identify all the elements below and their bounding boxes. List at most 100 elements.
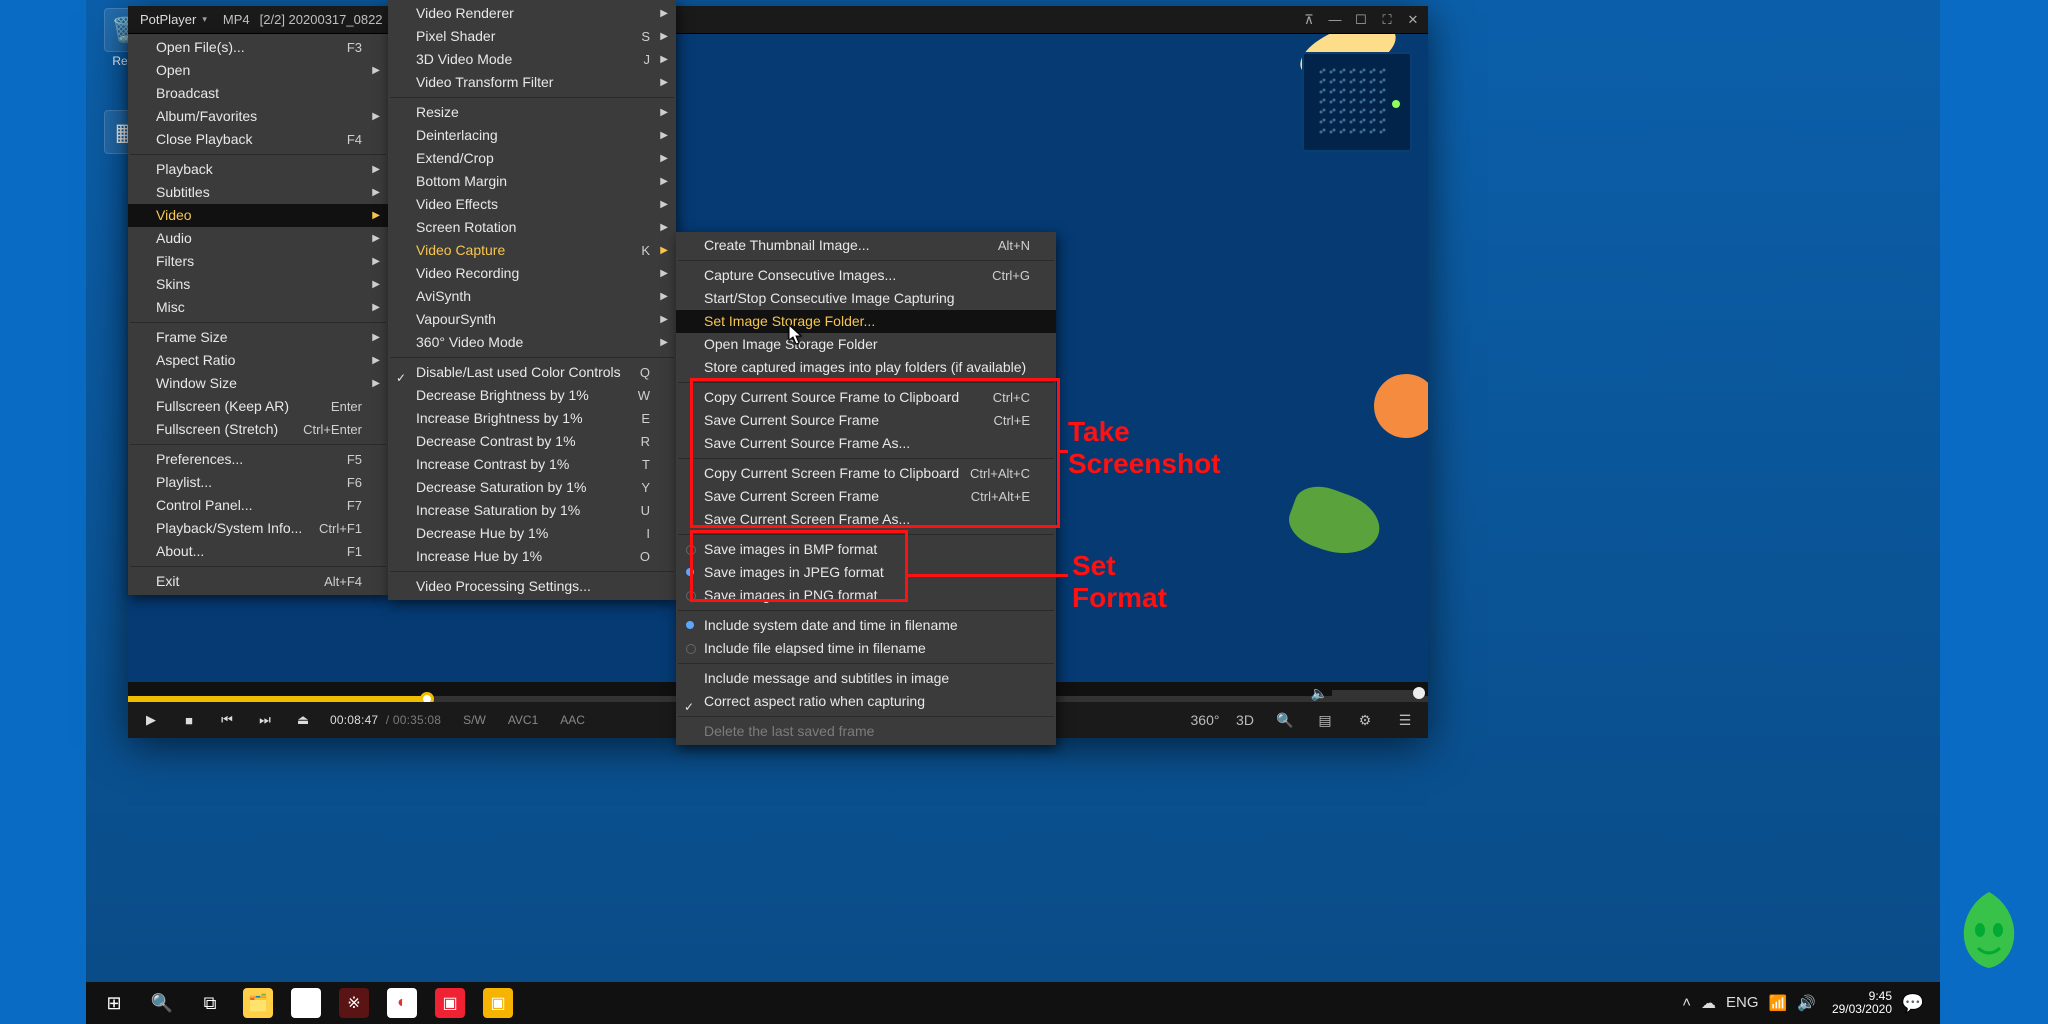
- video-menu-item[interactable]: Pixel ShaderS▶: [388, 25, 676, 48]
- capture-menu-item[interactable]: Save Current Source Frame As...: [676, 432, 1056, 455]
- main-menu-item[interactable]: Subtitles▶: [128, 181, 388, 204]
- capture-menu-item[interactable]: Save Current Source FrameCtrl+E: [676, 409, 1056, 432]
- search-button[interactable]: 🔍: [138, 982, 186, 1024]
- video-menu-item[interactable]: Decrease Brightness by 1%W: [388, 384, 676, 407]
- eject-button[interactable]: ⏏: [292, 709, 314, 731]
- main-menu-item[interactable]: Open File(s)...F3: [128, 36, 388, 59]
- video-menu-item[interactable]: Video Transform Filter▶: [388, 71, 676, 94]
- next-button[interactable]: ⏭: [254, 709, 276, 731]
- mute-icon[interactable]: 🔈: [1311, 685, 1328, 702]
- video-menu-item[interactable]: Video Effects▶: [388, 193, 676, 216]
- tray-cloud-icon[interactable]: ☁: [1701, 994, 1716, 1012]
- video-menu-item[interactable]: Increase Hue by 1%O: [388, 545, 676, 568]
- video-menu-item[interactable]: Video Renderer▶: [388, 2, 676, 25]
- main-menu-item[interactable]: Playback/System Info...Ctrl+F1: [128, 517, 388, 540]
- 3d-toggle[interactable]: 3D: [1234, 709, 1256, 731]
- capture-menu-item[interactable]: Set Image Storage Folder...: [676, 310, 1056, 333]
- video-menu-item[interactable]: Video CaptureK▶: [388, 239, 676, 262]
- video-menu-item[interactable]: Disable/Last used Color ControlsQ: [388, 361, 676, 384]
- video-menu-item[interactable]: Decrease Hue by 1%I: [388, 522, 676, 545]
- capture-menu-item[interactable]: Start/Stop Consecutive Image Capturing: [676, 287, 1056, 310]
- main-menu-item[interactable]: Misc▶: [128, 296, 388, 319]
- volume-slider[interactable]: [1332, 690, 1422, 696]
- app-menu-button[interactable]: PotPlayer ▾: [134, 11, 213, 28]
- task-view-button[interactable]: ⧉: [186, 982, 234, 1024]
- minimize-button[interactable]: ―: [1322, 7, 1348, 33]
- main-menu-item[interactable]: Playback▶: [128, 158, 388, 181]
- maximize-button[interactable]: ☐: [1348, 7, 1374, 33]
- capture-menu-item[interactable]: Copy Current Source Frame to ClipboardCt…: [676, 386, 1056, 409]
- video-menu-item[interactable]: Decrease Saturation by 1%Y: [388, 476, 676, 499]
- main-menu-item[interactable]: Fullscreen (Keep AR)Enter: [128, 395, 388, 418]
- video-menu-item[interactable]: Resize▶: [388, 101, 676, 124]
- video-menu-item[interactable]: Bottom Margin▶: [388, 170, 676, 193]
- video-menu-item[interactable]: Increase Saturation by 1%U: [388, 499, 676, 522]
- capture-menu-item[interactable]: Save images in JPEG format: [676, 561, 1056, 584]
- main-menu-item[interactable]: Audio▶: [128, 227, 388, 250]
- main-menu-item[interactable]: Open▶: [128, 59, 388, 82]
- tray-wifi-icon[interactable]: 📶: [1769, 994, 1788, 1012]
- tray-volume-icon[interactable]: 🔊: [1797, 994, 1816, 1012]
- search-subs-button[interactable]: 🔍: [1274, 709, 1296, 731]
- capture-menu-item[interactable]: Save images in BMP format: [676, 538, 1056, 561]
- video-menu-item[interactable]: Screen Rotation▶: [388, 216, 676, 239]
- video-menu-item[interactable]: Decrease Contrast by 1%R: [388, 430, 676, 453]
- main-menu-item[interactable]: Control Panel...F7: [128, 494, 388, 517]
- taskbar-app-explorer[interactable]: 🗂️: [234, 982, 282, 1024]
- taskbar-app-active[interactable]: ▣: [474, 982, 522, 1024]
- settings-button[interactable]: ⚙: [1354, 709, 1376, 731]
- taskbar-app-generic1[interactable]: ※: [330, 982, 378, 1024]
- start-button[interactable]: ⊞: [90, 982, 138, 1024]
- capture-menu-item[interactable]: Open Image Storage Folder: [676, 333, 1056, 356]
- capture-menu-item[interactable]: Include message and subtitles in image: [676, 667, 1056, 690]
- tray-chevron-icon[interactable]: ˄: [1682, 994, 1691, 1012]
- taskbar-app-chrome[interactable]: ◉: [282, 982, 330, 1024]
- video-menu-item[interactable]: Video Recording▶: [388, 262, 676, 285]
- capture-menu-item[interactable]: Save images in PNG format: [676, 584, 1056, 607]
- pin-button[interactable]: ⊼: [1296, 7, 1322, 33]
- video-menu-item[interactable]: Video Processing Settings...: [388, 575, 676, 598]
- notifications-button[interactable]: 💬: [1898, 982, 1928, 1024]
- video-menu-item[interactable]: 360° Video Mode▶: [388, 331, 676, 354]
- main-menu-item[interactable]: ExitAlt+F4: [128, 570, 388, 593]
- capture-menu-item[interactable]: Include file elapsed time in filename: [676, 637, 1056, 660]
- video-menu-item[interactable]: VapourSynth▶: [388, 308, 676, 331]
- bookmarks-button[interactable]: ▤: [1314, 709, 1336, 731]
- capture-menu-item[interactable]: Create Thumbnail Image...Alt+N: [676, 234, 1056, 257]
- taskbar-clock[interactable]: 9:45 29/03/2020: [1832, 990, 1892, 1016]
- capture-menu-item[interactable]: Capture Consecutive Images...Ctrl+G: [676, 264, 1056, 287]
- video-menu-item[interactable]: Increase Brightness by 1%E: [388, 407, 676, 430]
- tray-lang[interactable]: ENG: [1726, 994, 1759, 1012]
- main-menu-item[interactable]: Album/Favorites▶: [128, 105, 388, 128]
- playlist-button[interactable]: ☰: [1394, 709, 1416, 731]
- taskbar-app-generic3[interactable]: ▣: [426, 982, 474, 1024]
- capture-menu-item[interactable]: Save Current Screen Frame As...: [676, 508, 1056, 531]
- fullscreen-button[interactable]: ⛶: [1374, 7, 1400, 33]
- video-menu-item[interactable]: Deinterlacing▶: [388, 124, 676, 147]
- taskbar-app-generic2[interactable]: ◐: [378, 982, 426, 1024]
- main-menu-item[interactable]: Frame Size▶: [128, 326, 388, 349]
- main-menu-item[interactable]: Aspect Ratio▶: [128, 349, 388, 372]
- video-menu-item[interactable]: AviSynth▶: [388, 285, 676, 308]
- capture-menu-item[interactable]: Copy Current Screen Frame to ClipboardCt…: [676, 462, 1056, 485]
- capture-menu-item[interactable]: Save Current Screen FrameCtrl+Alt+E: [676, 485, 1056, 508]
- main-menu-item[interactable]: About...F1: [128, 540, 388, 563]
- stop-button[interactable]: ■: [178, 709, 200, 731]
- prev-button[interactable]: ⏮: [216, 709, 238, 731]
- close-button[interactable]: ✕: [1400, 7, 1426, 33]
- main-menu-item[interactable]: Fullscreen (Stretch)Ctrl+Enter: [128, 418, 388, 441]
- video-menu-item[interactable]: 3D Video ModeJ▶: [388, 48, 676, 71]
- 360-toggle[interactable]: 360°: [1194, 709, 1216, 731]
- capture-menu-item[interactable]: Include system date and time in filename: [676, 614, 1056, 637]
- system-tray[interactable]: ˄ ☁ ENG 📶 🔊: [1682, 994, 1816, 1012]
- main-menu-item[interactable]: Window Size▶: [128, 372, 388, 395]
- play-button[interactable]: ▶: [140, 709, 162, 731]
- main-menu-item[interactable]: Close PlaybackF4: [128, 128, 388, 151]
- main-menu-item[interactable]: Playlist...F6: [128, 471, 388, 494]
- capture-menu-item[interactable]: Correct aspect ratio when capturing: [676, 690, 1056, 713]
- video-menu-item[interactable]: Increase Contrast by 1%T: [388, 453, 676, 476]
- main-menu-item[interactable]: Video▶: [128, 204, 388, 227]
- main-menu-item[interactable]: Filters▶: [128, 250, 388, 273]
- capture-menu-item[interactable]: Store captured images into play folders …: [676, 356, 1056, 379]
- main-menu-item[interactable]: Preferences...F5: [128, 448, 388, 471]
